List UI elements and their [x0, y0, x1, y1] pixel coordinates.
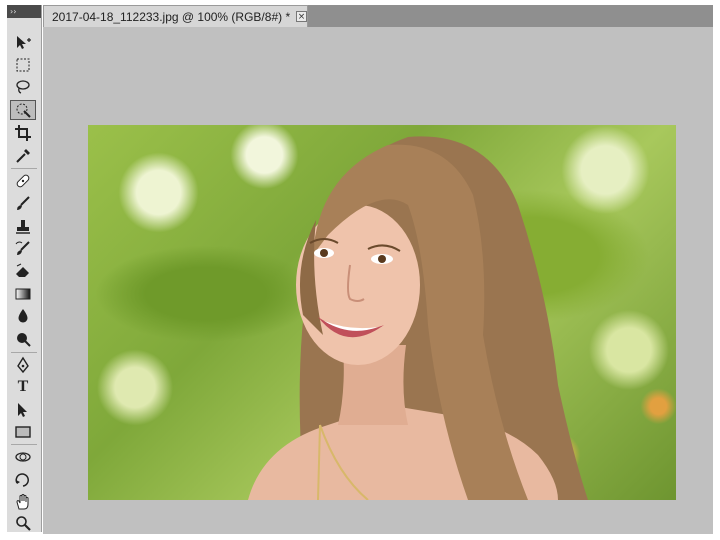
hand-icon — [16, 494, 29, 510]
history-brush-icon — [15, 241, 30, 255]
quick-selection-tool-button[interactable] — [10, 100, 36, 120]
pen-icon — [17, 356, 29, 374]
type-tool-button[interactable]: T — [10, 377, 36, 397]
document-image[interactable] — [88, 125, 676, 500]
lasso-icon — [16, 80, 30, 94]
path-selection-tool-button[interactable] — [10, 400, 36, 420]
stamp-icon — [16, 220, 30, 234]
portrait-photo — [248, 136, 588, 500]
healing-brush-tool-button[interactable] — [10, 171, 36, 191]
document-tab[interactable]: 2017-04-18_112233.jpg @ 100% (RGB/8#) * … — [43, 5, 308, 27]
3d-rotate-icon — [15, 452, 31, 462]
rectangle-icon — [15, 426, 31, 438]
eyedropper-tool-button[interactable] — [10, 146, 36, 166]
brush-tool-button[interactable] — [10, 194, 36, 214]
arrow-icon — [18, 403, 27, 417]
dodge-icon — [17, 333, 31, 347]
type-icon: T — [17, 378, 29, 395]
eyedropper-icon — [16, 149, 30, 163]
drop-icon — [18, 309, 28, 323]
pen-tool-button[interactable] — [10, 355, 36, 375]
shape-tool-button[interactable] — [10, 422, 36, 442]
3d-orbit-tool-button[interactable] — [10, 470, 36, 490]
gradient-tool-button[interactable] — [10, 284, 36, 304]
toolbox-collapse-button[interactable]: ›› — [7, 5, 41, 18]
magic-wand-icon — [16, 103, 31, 118]
clone-stamp-tool-button[interactable] — [10, 217, 36, 237]
move-tool-button[interactable] — [10, 33, 36, 53]
blur-tool-button[interactable] — [10, 306, 36, 326]
crop-icon — [15, 125, 31, 141]
gradient-icon — [15, 288, 31, 300]
history-brush-tool-button[interactable] — [10, 239, 36, 259]
document-tab-label: 2017-04-18_112233.jpg @ 100% (RGB/8#) * — [52, 9, 291, 24]
marquee-tool-button[interactable] — [10, 55, 36, 75]
3d-orbit-icon — [15, 473, 29, 487]
crop-tool-button[interactable] — [10, 123, 36, 143]
bandage-icon — [16, 174, 30, 188]
lasso-tool-button[interactable] — [10, 77, 36, 97]
eraser-icon — [16, 263, 29, 277]
document-tab-bar: 2017-04-18_112233.jpg @ 100% (RGB/8#) * … — [43, 5, 713, 27]
rect-marquee-icon — [16, 58, 30, 72]
toolbox: ›› T — [7, 5, 42, 532]
close-icon[interactable]: × — [296, 11, 307, 22]
zoom-tool-button[interactable] — [10, 513, 36, 533]
canvas-workspace[interactable] — [43, 27, 713, 534]
hand-tool-button[interactable] — [10, 492, 36, 512]
eraser-tool-button[interactable] — [10, 261, 36, 281]
move-icon — [17, 36, 31, 49]
dodge-tool-button[interactable] — [10, 329, 36, 349]
3d-rotate-tool-button[interactable] — [10, 447, 36, 467]
zoom-icon — [16, 516, 31, 531]
brush-icon — [17, 196, 30, 210]
